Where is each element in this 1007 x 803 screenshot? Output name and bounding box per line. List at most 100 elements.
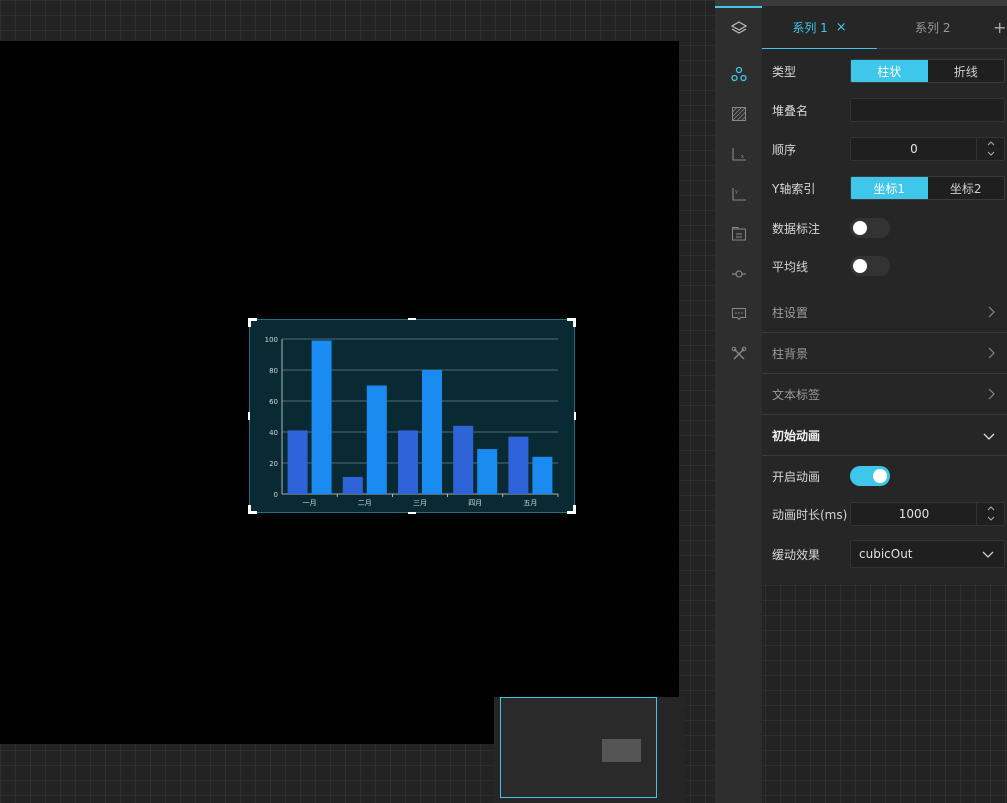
resize-handle-left[interactable]	[248, 412, 250, 420]
chevron-right-icon	[988, 388, 995, 400]
bar-settings-title: 柱设置	[772, 305, 809, 320]
enable-animation-toggle[interactable]	[850, 466, 890, 486]
order-label: 顺序	[772, 142, 797, 157]
resize-handle-top[interactable]	[408, 318, 416, 320]
x-tick-label: 一月	[303, 499, 317, 507]
average-line-label: 平均线	[772, 259, 809, 274]
easing-label: 缓动效果	[772, 547, 821, 562]
bar	[342, 476, 363, 494]
layers-icon	[730, 21, 747, 34]
order-stepper	[976, 138, 1004, 160]
rail-item-marker-line[interactable]	[715, 254, 762, 294]
order-value: 0	[910, 142, 918, 156]
add-series-button[interactable]: +	[993, 20, 1006, 36]
animation-duration-row: 动画时长(ms) 1000	[772, 500, 1007, 528]
text-label-title: 文本标签	[772, 387, 821, 402]
order-input[interactable]: 0	[850, 137, 1005, 161]
easing-select[interactable]: cubicOut	[850, 540, 1005, 568]
chevron-up-icon[interactable]	[986, 503, 996, 513]
animation-duration-input[interactable]: 1000	[850, 502, 1005, 526]
rail-item-series[interactable]	[715, 54, 762, 94]
rail-item-tooltip[interactable]	[715, 294, 762, 334]
stack-name-input[interactable]	[850, 98, 1005, 122]
rail-item-x-axis[interactable]: x	[715, 134, 762, 174]
marker-line-icon	[731, 270, 746, 278]
series-icon	[730, 66, 747, 82]
settings-icon-rail: x y	[715, 0, 762, 803]
average-line-toggle[interactable]	[850, 256, 890, 276]
resize-handle-bottom-right[interactable]	[567, 505, 576, 514]
series-tabs: 系列 1 × 系列 2 +	[762, 6, 1007, 49]
rail-item-grid[interactable]	[715, 94, 762, 134]
data-label-toggle[interactable]	[850, 218, 890, 238]
y-tick-label: 80	[269, 367, 278, 375]
y-axis-option-2[interactable]: 坐标2	[927, 177, 1004, 199]
rail-item-layers[interactable]	[715, 6, 762, 48]
toggle-knob	[853, 221, 867, 235]
tab-label: 系列 1	[792, 20, 828, 35]
chevron-up-icon[interactable]	[986, 138, 996, 148]
y-axis-index-row: Y轴索引 坐标1 坐标2	[772, 174, 1007, 202]
resize-handle-right[interactable]	[574, 412, 576, 420]
toggle-knob	[853, 259, 867, 273]
bar	[287, 430, 308, 494]
x-tick-label: 四月	[468, 499, 482, 507]
minimap[interactable]	[500, 697, 657, 798]
order-row: 顺序 0	[772, 135, 1007, 163]
enable-animation-row: 开启动画	[772, 462, 1007, 490]
series-settings-panel: 系列 1 × 系列 2 + 类型 柱状 折线 堆叠名 顺序 0 Y轴索引 坐标1…	[762, 0, 1007, 584]
bar	[477, 449, 498, 494]
initial-animation-title: 初始动画	[772, 428, 821, 443]
svg-text:x: x	[741, 154, 744, 160]
chevron-down-icon[interactable]	[986, 514, 996, 524]
x-axis-icon: x	[731, 148, 746, 161]
toggle-knob	[873, 469, 887, 483]
resize-handle-bottom-left[interactable]	[248, 505, 257, 514]
y-tick-label: 40	[269, 429, 278, 437]
x-tick-label: 二月	[358, 499, 372, 507]
resize-handle-top-right[interactable]	[567, 318, 576, 327]
bar	[311, 340, 332, 494]
bar-chart-widget[interactable]: 0 20 40 60 80 100 一月 二月 三月 四月 五月	[248, 318, 576, 514]
close-icon[interactable]: ×	[836, 20, 847, 35]
bar-chart: 0 20 40 60 80 100 一月 二月 三月 四月 五月	[265, 336, 559, 507]
chevron-down-icon[interactable]	[986, 149, 996, 159]
tab-series-2[interactable]: 系列 2	[915, 6, 950, 49]
rail-item-legend[interactable]	[715, 214, 762, 254]
bar	[366, 385, 387, 494]
enable-animation-label: 开启动画	[772, 469, 821, 484]
y-axis-option-1[interactable]: 坐标1	[851, 177, 928, 199]
stack-row: 堆叠名	[772, 96, 1007, 124]
bar-background-title: 柱背景	[772, 346, 809, 361]
bar	[453, 425, 474, 494]
easing-row: 缓动效果 cubicOut	[772, 540, 1007, 568]
x-tick-label: 三月	[413, 499, 427, 507]
y-axis-icon: y	[731, 188, 746, 201]
resize-handle-bottom[interactable]	[408, 512, 416, 514]
average-line-row: 平均线	[772, 252, 1007, 280]
resize-handle-top-left[interactable]	[248, 318, 257, 327]
tab-series-1[interactable]: 系列 1 ×	[762, 6, 877, 49]
bar	[422, 370, 442, 494]
rail-item-y-axis[interactable]: y	[715, 174, 762, 214]
chevron-right-icon	[988, 347, 995, 359]
bar-settings-section[interactable]: 柱设置	[762, 292, 1007, 333]
rail-item-tools[interactable]	[715, 334, 762, 374]
bar-background-section[interactable]: 柱背景	[762, 333, 1007, 374]
initial-animation-section[interactable]: 初始动画	[762, 415, 1007, 456]
data-label-row: 数据标注	[772, 214, 1007, 242]
svg-text:y: y	[735, 189, 738, 195]
text-label-section[interactable]: 文本标签	[762, 374, 1007, 415]
data-label-label: 数据标注	[772, 221, 821, 236]
type-label: 类型	[772, 64, 797, 79]
type-segmented: 柱状 折线	[850, 59, 1005, 83]
tools-icon	[731, 346, 746, 360]
type-option-bar[interactable]: 柱状	[851, 60, 928, 82]
bar	[532, 456, 553, 494]
x-tick-label: 五月	[523, 499, 537, 507]
grid-pattern-icon	[731, 107, 746, 121]
legend-icon	[731, 227, 746, 241]
minimap-viewport[interactable]	[602, 739, 641, 762]
type-option-line[interactable]: 折线	[927, 60, 1004, 82]
easing-value: cubicOut	[859, 547, 913, 561]
